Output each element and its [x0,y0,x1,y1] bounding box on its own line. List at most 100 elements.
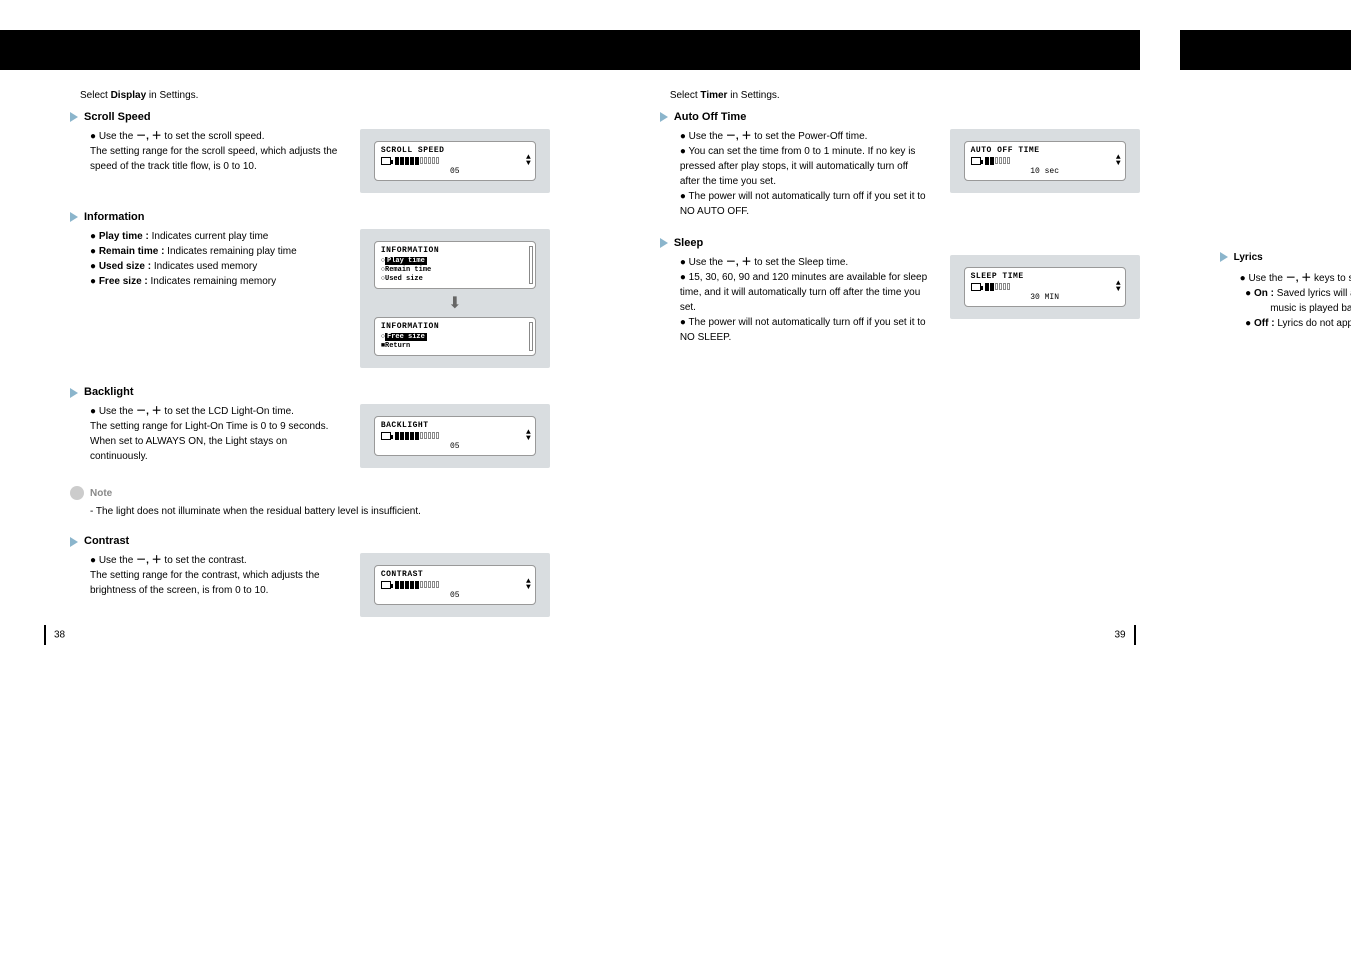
page-num-text: 39 [1115,630,1126,641]
text: to set the Power-Off time. [751,131,867,142]
triangle-icon [660,238,668,248]
text: keys to select L [1311,273,1351,284]
scroll-speed-heading: Scroll Speed [70,111,550,123]
text: Use the [99,555,136,566]
contrast-lcd-box: CONTRAST ▲▼ 05 [360,553,550,617]
updown-icon: ▲▼ [526,155,531,167]
sleep-text: ● Use the －, ＋ to set the Sleep time. ● … [630,255,950,345]
page-num-text: 38 [54,630,65,641]
lcd-item: Remain time [385,266,431,274]
label: On : [1254,288,1274,299]
triangle-icon [70,112,78,122]
text: The setting range for the contrast, whic… [90,570,320,596]
text: Use the [689,257,726,268]
note-text: - The light does not illuminate when the… [90,506,550,517]
minus-plus-icon: －, ＋ [1286,273,1312,284]
updown-icon: ▲▼ [1116,155,1121,167]
header-band [0,30,590,70]
intro-suffix: in Settings. [146,90,198,101]
text: The power will not automatically turn of… [680,317,926,343]
intro-bold: Display [111,90,147,101]
text: When set to ALWAYS ON, the Light stays o… [90,436,287,462]
page-cut: Lyrics ● Use the －, ＋ keys to select L ●… [1180,0,1351,675]
updown-icon: ▲▼ [526,430,531,442]
text: The setting range for the scroll speed, … [90,146,337,172]
down-arrow-icon: ⬇ [374,293,536,313]
sleep-section: ● Use the －, ＋ to set the Sleep time. ● … [630,255,1140,345]
text: to set the contrast. [162,555,247,566]
lcd-value: 05 [381,167,529,176]
battery-icon [971,157,981,165]
lcd-title: INFORMATION [381,322,525,331]
information-heading-text: Information [84,211,145,223]
text: Saved lyrics will appear in [1274,288,1351,299]
level-blocks [985,157,1010,165]
lcd-title: SCROLL SPEED [381,146,529,155]
label: Remain time : [99,246,165,257]
minus-plus-icon: －, ＋ [136,406,162,417]
text: You can set the time from 0 to 1 minute.… [680,146,916,187]
sleep-lcd-box: SLEEP TIME ▲▼ 30 MIN [950,255,1140,319]
sleep-heading: Sleep [660,237,1140,249]
lyrics-section: Lyrics ● Use the －, ＋ keys to select L ●… [1180,250,1351,331]
backlight-lcd: BACKLIGHT ▲▼ 05 [374,416,536,456]
information-lcd-1: INFORMATION ○Play time ○Remain time ○Use… [374,241,536,289]
text: Lyrics do not appear eve [1275,318,1351,329]
sleep-heading-text: Sleep [674,237,703,249]
minus-plus-icon: －, ＋ [136,131,162,142]
backlight-lcd-box: BACKLIGHT ▲▼ 05 [360,404,550,468]
lcd-value: 10 sec [971,167,1119,176]
text: Indicates remaining play time [164,246,296,257]
backlight-heading-text: Backlight [84,386,134,398]
page-left: Select Display in Settings. Scroll Speed… [0,0,590,675]
note-icon [70,486,84,500]
label: Play time : [99,231,149,242]
intro-prefix: Select [670,90,701,101]
level-blocks [395,432,439,440]
header-band [1180,30,1351,70]
intro-line: Select Display in Settings. [80,90,550,101]
text: Indicates used memory [151,261,257,272]
lcd-value: 30 MIN [971,293,1119,302]
text: 15, 30, 60, 90 and 120 minutes are avail… [680,272,927,313]
lcd-value: 05 [381,591,529,600]
scrollbar-icon [529,322,533,351]
lyrics-heading: Lyrics [1234,252,1263,263]
scroll-speed-lcd: SCROLL SPEED ▲▼ 05 [374,141,536,181]
triangle-icon [70,212,78,222]
minus-plus-icon: －, ＋ [136,555,162,566]
battery-icon [381,432,391,440]
scroll-speed-lcd-box: SCROLL SPEED ▲▼ 05 [360,129,550,193]
level-blocks [395,581,439,589]
triangle-icon [70,537,78,547]
information-section: ● Play time : Indicates current play tim… [40,229,550,368]
text: Indicates remaining memory [148,276,276,287]
lcd-title: BACKLIGHT [381,421,529,430]
lcd-title: SLEEP TIME [971,272,1119,281]
page-number-right: 39 [1115,625,1140,645]
contrast-section: ● Use the －, ＋ to set the contrast. The … [40,553,550,617]
backlight-heading: Backlight [70,386,550,398]
text: The power will not automatically turn of… [680,191,926,217]
level-blocks [395,157,439,165]
text: to set the Sleep time. [751,257,848,268]
note-label: Note [90,488,112,499]
text: The setting range for Light-On Time is 0… [90,421,328,432]
lcd-item: Play time [385,257,427,265]
scroll-speed-text: ● Use the －, ＋ to set the scroll speed. … [40,129,360,174]
text: to set the scroll speed. [162,131,265,142]
auto-off-section: ● Use the －, ＋ to set the Power-Off time… [630,129,1140,219]
information-heading: Information [70,211,550,223]
triangle-icon [660,112,668,122]
contrast-heading-text: Contrast [84,535,129,547]
auto-off-heading: Auto Off Time [660,111,1140,123]
updown-icon: ▲▼ [1116,281,1121,293]
scroll-speed-section: ● Use the －, ＋ to set the scroll speed. … [40,129,550,193]
lcd-item: Return [385,342,410,350]
contrast-heading: Contrast [70,535,550,547]
backlight-section: ● Use the －, ＋ to set the LCD Light-On t… [40,404,550,468]
intro-bold: Timer [700,90,727,101]
auto-off-lcd-box: AUTO OFF TIME ▲▼ 10 sec [950,129,1140,193]
text: Indicates current play time [149,231,269,242]
information-text: ● Play time : Indicates current play tim… [40,229,360,289]
